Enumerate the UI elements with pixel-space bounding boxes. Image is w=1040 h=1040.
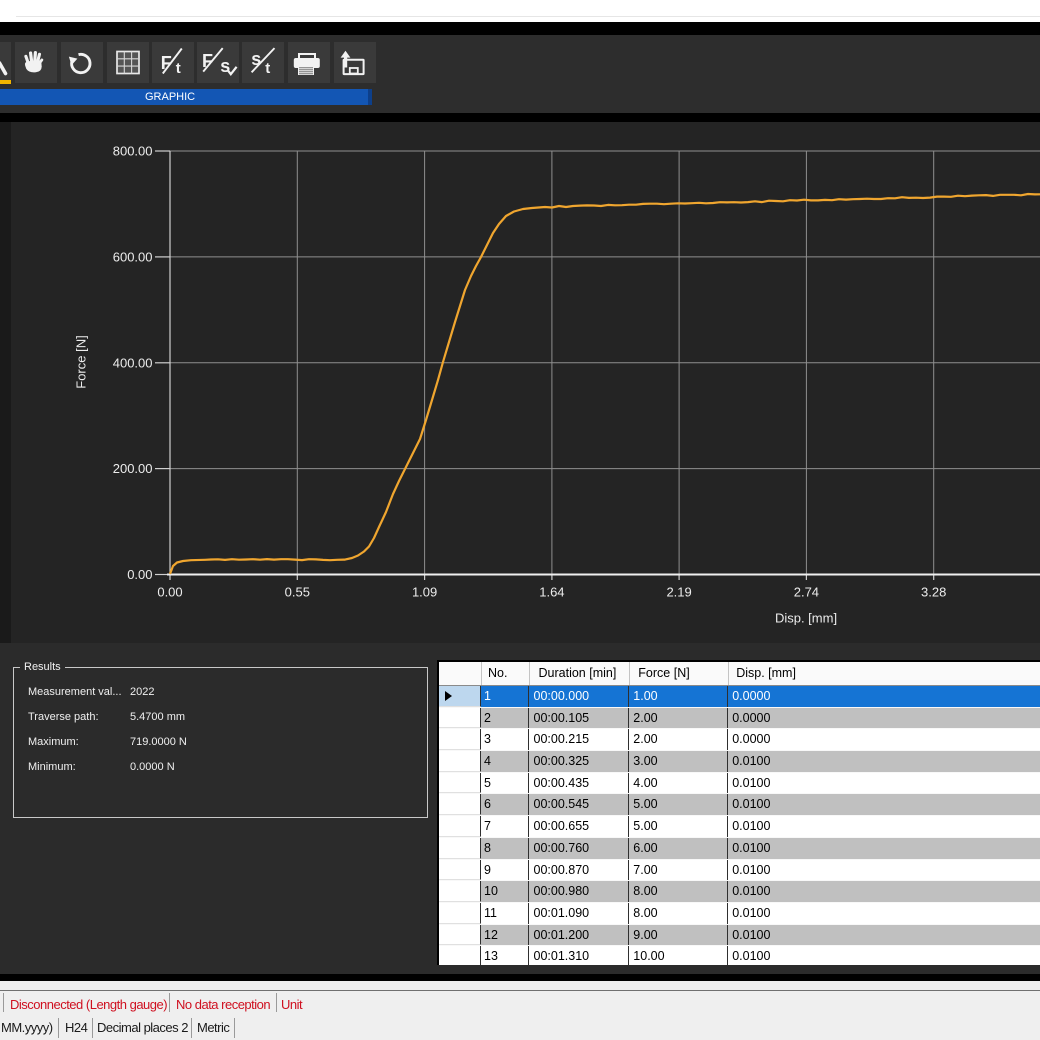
svg-text:1.09: 1.09 [412,585,437,600]
svg-text:0.00: 0.00 [157,585,182,600]
svg-text:800.00: 800.00 [113,144,153,159]
svg-text:0.55: 0.55 [285,585,310,600]
svg-text:400.00: 400.00 [113,355,153,370]
svg-text:t: t [176,60,181,77]
svg-text:1.64: 1.64 [539,585,564,600]
svg-text:2.19: 2.19 [666,585,691,600]
svg-text:600.00: 600.00 [113,249,153,264]
svg-text:s: s [251,49,261,69]
svg-text:t: t [265,60,270,77]
svg-text:3.28: 3.28 [921,585,946,600]
svg-text:0.00: 0.00 [127,567,152,582]
svg-text:Disp. [mm]: Disp. [mm] [775,611,837,626]
svg-text:200.00: 200.00 [113,461,153,476]
svg-text:Force [N]: Force [N] [74,335,89,388]
svg-text:2.74: 2.74 [794,585,819,600]
